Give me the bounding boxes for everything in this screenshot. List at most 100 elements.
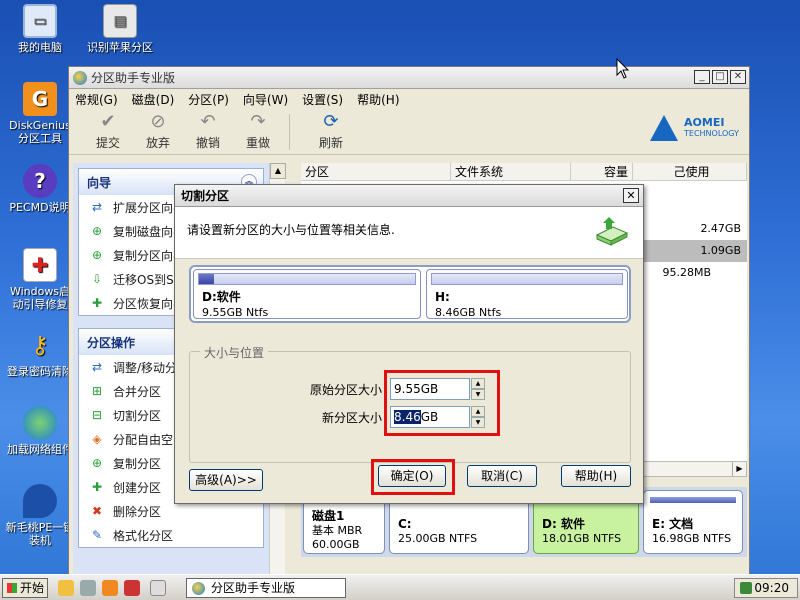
copy-partition-icon: ⊕ [91,248,103,262]
scroll-right-icon[interactable]: ▶ [732,462,746,476]
desktop-icon-my-computer[interactable]: ▭ 我的电脑 [0,4,80,54]
original-partition-block[interactable]: D:软件 9.55GB Ntfs [193,269,421,319]
desktop-icon-label: 我的电脑 [18,41,62,54]
col-used[interactable]: 己使用 [633,163,747,180]
menu-disk[interactable]: 磁盘(D) [132,91,175,108]
table-header: 分区 文件系统 容量 己使用 [301,163,747,181]
desktop-icon-label: Windows启动引导修复 [9,285,71,311]
system-tray: 09:20 [734,578,798,598]
desktop-icon-label: 新毛桃PE一键装机 [5,521,75,547]
col-filesystem[interactable]: 文件系统 [451,163,571,180]
help-button[interactable]: 帮助(H) [561,465,631,487]
desktop-icon-apple-partition[interactable]: ▤ 识别苹果分区 [80,4,160,54]
app-logo-icon [73,70,87,85]
start-button[interactable]: 开始 [2,578,48,598]
redo-icon: ↷ [250,111,266,132]
split-partition-dialog: 切割分区 ✕ 请设置新分区的大小与位置等相关信息. D:软件 9.55GB Nt… [174,184,644,504]
new-usage-bar [431,273,623,285]
key-icon: ⚷ [31,330,49,359]
tray-disk-icon[interactable] [740,582,752,594]
checkmark-icon: ✔ [100,111,116,132]
col-capacity[interactable]: 容量 [571,163,633,180]
item-label: 合并分区 [113,384,162,399]
original-partition-name: D:软件 [202,290,241,304]
discard-button[interactable]: ⊘ 放弃 [133,112,183,151]
partition-card-e[interactable]: E: 文档 16.98GB NTFS [643,490,743,554]
menu-help[interactable]: 帮助(H) [357,91,399,108]
quicklaunch-folder-icon[interactable] [102,580,118,596]
copy-disk-icon: ⊕ [91,224,103,238]
dialog-header: 请设置新分区的大小与位置等相关信息. [175,207,643,259]
dialog-close-button[interactable]: ✕ [623,188,639,203]
aomei-logo: AOMEI TECHNOLOGY [650,115,739,141]
sidebar-item-format[interactable]: ✎ 格式化分区 [79,523,263,547]
apply-button[interactable]: ✔ 提交 [83,112,133,151]
task-label: 分区助手专业版 [211,581,296,595]
app-title: 分区助手专业版 [91,71,176,85]
advanced-button[interactable]: 高级(A)>> [189,469,263,491]
refresh-button[interactable]: ⟳ 刷新 [306,112,356,151]
merge-icon: ⊞ [91,384,103,398]
clock[interactable]: 09:20 [754,581,789,595]
item-label: 格式化分区 [113,528,174,543]
quicklaunch-explorer-icon[interactable] [58,580,74,596]
diskgenius-icon: G [23,82,57,116]
dialog-title-bar[interactable]: 切割分区 ✕ [175,185,643,207]
toolbar-separator [289,113,290,150]
orig-size-label: 原始分区大小 [309,383,382,397]
partition-info: 16.98GB NTFS [652,532,732,545]
partition-info: 18.01GB NTFS [542,532,622,545]
computer-icon: ▭ [23,4,57,38]
discard-label: 放弃 [145,136,170,150]
scroll-up-icon[interactable]: ▲ [270,163,286,179]
maximize-button[interactable]: □ [712,70,728,84]
taskbar-item-partition-assistant[interactable]: 分区助手专业版 [186,578,346,598]
wizard-panel-title: 向导 [87,175,112,190]
quicklaunch-app-icon[interactable] [124,580,140,596]
col-partition[interactable]: 分区 [301,163,451,180]
usage-bar [650,497,736,503]
partition-name: C: [398,517,412,531]
menu-partition[interactable]: 分区(P) [188,91,229,108]
quicklaunch-edit-icon[interactable] [150,580,166,596]
new-partition-name: H: [435,290,450,304]
brand-name: AOMEI [684,116,725,129]
drive-icon: ▤ [103,4,137,38]
item-label: 复制分区 [113,456,162,471]
highlight-box-ok [371,459,455,495]
close-button[interactable]: ✕ [730,70,746,84]
item-label: 删除分区 [113,504,162,519]
windows-flag-icon [7,583,17,593]
size-position-group: 大小与位置 原始分区大小 9.55GB ▲ ▼ 新分区大小 8.46GB ▲ ▼ [189,344,631,463]
resize-icon: ⇄ [91,360,103,374]
original-usage-bar [198,273,416,285]
create-icon: ✚ [91,480,103,494]
quicklaunch-tools-icon[interactable] [80,580,96,596]
first-aid-icon: ✚ [23,248,57,282]
undo-icon: ↶ [200,111,216,132]
help-icon: ? [23,164,57,198]
partition-name: E: 文档 [652,517,694,531]
minimize-button[interactable]: _ [694,70,710,84]
new-partition-block[interactable]: H: 8.46GB Ntfs [426,269,628,319]
app-title-bar[interactable]: 分区助手专业版 _ □ ✕ [69,67,749,89]
format-icon: ✎ [91,528,103,542]
aomei-triangle-icon [650,115,679,141]
desktop-icon-label: PECMD说明 [9,201,71,214]
menu-general[interactable]: 常规(G) [75,91,118,108]
globe-icon [23,406,57,440]
highlight-box-inputs [384,370,500,436]
allocate-icon: ◈ [92,432,102,446]
cancel-button[interactable]: 取消(C) [467,465,537,487]
menu-settings[interactable]: 设置(S) [302,91,343,108]
copy-icon: ⊕ [91,456,103,470]
undo-button[interactable]: ↶ 撤销 [183,112,233,151]
partition-split-bar: D:软件 9.55GB Ntfs H: 8.46GB Ntfs [189,265,631,323]
disk-name: 磁盘1 [312,509,345,523]
start-label: 开始 [20,581,45,595]
desktop-icon-label: 加载网络组件 [7,443,73,456]
partition-info: 25.00GB NTFS [398,532,478,545]
menu-wizard[interactable]: 向导(W) [243,91,288,108]
new-partition-info: 8.46GB Ntfs [435,306,502,319]
redo-button[interactable]: ↷ 重做 [233,112,283,151]
